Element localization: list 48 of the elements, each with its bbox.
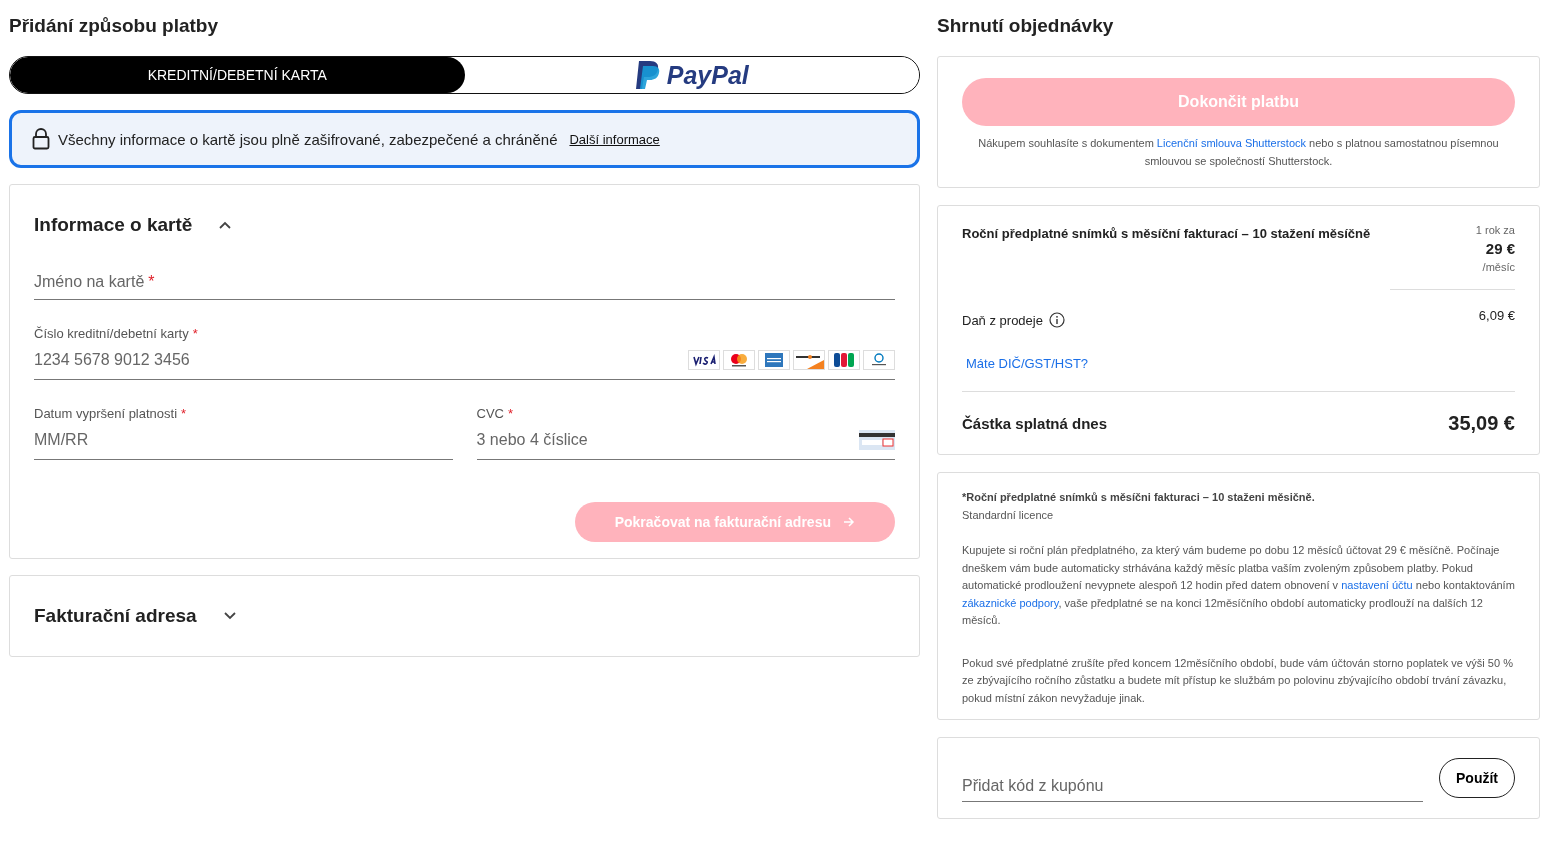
section-title: Shrnutí objednávky — [937, 14, 1114, 38]
license-type: Standardní licence — [962, 507, 1055, 523]
tax-value: 6,09 € — [1478, 308, 1515, 325]
license-link[interactable]: Licenční smlouva Shutterstock — [1156, 137, 1307, 149]
plan-name: Roční předplatné snímků s měsíční fakturací – 10 stažení měsíčně — [962, 226, 1371, 243]
card-back-icon — [859, 430, 895, 450]
total-value: 35,09 € — [1448, 411, 1515, 435]
terms-link[interactable]: nastavení účtu — [1341, 579, 1413, 591]
terms-paragraph: Kupujete si roční plán předplatného, za který vám budeme po dobu 12 měsíců účtovat 29 € měsíčně. Počínaje dneškem vám bude automaticky strhávána každý měsíc platba vaším zvoleným způsobem platby. Pokud automatické prodloužení nevypnete alespoň 12 hodin před datem obnovení v nastavení účtu nebo kontaktováním zákaznické podpory, vaše předplatné se na konci 12měsíčního období automaticky prodlouží na dalších 12 měsíců. — [962, 543, 1515, 628]
arrow-right-icon — [843, 517, 855, 527]
info-icon[interactable] — [1048, 312, 1065, 328]
agreement-text: Nákupem souhlasíte s dokumentem Licenční smlouva Shutterstock nebo s platnou samostatnou písemnou smlouvou se společností Shutterstock. — [977, 136, 1500, 169]
card-logo-icon — [688, 350, 720, 370]
paypal-logo-icon — [634, 60, 661, 90]
coupon-field[interactable]: Přidat kód z kupónu — [962, 771, 1423, 802]
more-info-link[interactable]: Další informace — [569, 131, 660, 147]
section-title: Přidání způsobu platby — [9, 14, 218, 38]
chevron-icon[interactable] — [222, 611, 237, 621]
card-logo-icon — [758, 350, 790, 370]
required-mark: * — [181, 406, 187, 421]
expiry-field[interactable]: MM/RR — [34, 421, 453, 460]
card-logo-icon — [723, 350, 755, 370]
vat-link[interactable]: Máte DIČ/GST/HST? — [966, 356, 1089, 371]
card-logo-icon — [828, 350, 860, 370]
required-mark: * — [192, 326, 198, 341]
lock-icon — [32, 128, 50, 150]
terms-heading: *Roční předplatné snímků s měsíčni fakturaci – 10 staženi měsičně. — [962, 490, 1316, 505]
section-heading: Informace o kartě — [34, 214, 193, 236]
section-heading: Fakturační adresa — [34, 605, 197, 627]
payment-tab[interactable]: KREDITNÍ/DEBETNÍ KARTA — [10, 57, 465, 93]
field-label: CVC — [476, 406, 504, 421]
card-logo-icon — [793, 350, 825, 370]
field-label: Datum vypršení platnosti — [34, 406, 178, 421]
required-mark: * — [507, 406, 513, 421]
plan-price: 29 € — [1485, 240, 1515, 257]
total-label: Částka splatná dnes — [962, 414, 1108, 432]
notice-text: Všechny informace o kartě jsou plně zašifrované, zabezpečené a chráněné — [58, 130, 558, 148]
price-suffix: /měsíc — [1482, 261, 1515, 273]
tax-label: Daň z prodeje — [962, 312, 1043, 328]
chevron-icon[interactable] — [218, 220, 233, 230]
price-prefix: 1 rok za — [1475, 224, 1515, 236]
field-label: Číslo kreditní/debetní karty — [34, 326, 189, 341]
terms-paragraph: Pokud své předplatné zrušíte před koncem 12měsíčního období, bude vám účtován storno poplatek ve výši 50 % ze zbývajícího ročního zůstatku a budete mít přístup ke službám po polovinu zbývajícího období trvání závazku, pokud místní zákon nevyžaduje jinak. — [962, 655, 1514, 706]
card-logo-icon — [863, 350, 895, 370]
name-field[interactable]: Jméno na kartě * — [34, 265, 895, 300]
apply-button[interactable]: Použít — [1439, 758, 1515, 798]
cvc-field[interactable]: 3 nebo 4 číslice — [476, 421, 895, 460]
card-number-field[interactable]: 1234 5678 9012 3456 — [34, 341, 895, 380]
